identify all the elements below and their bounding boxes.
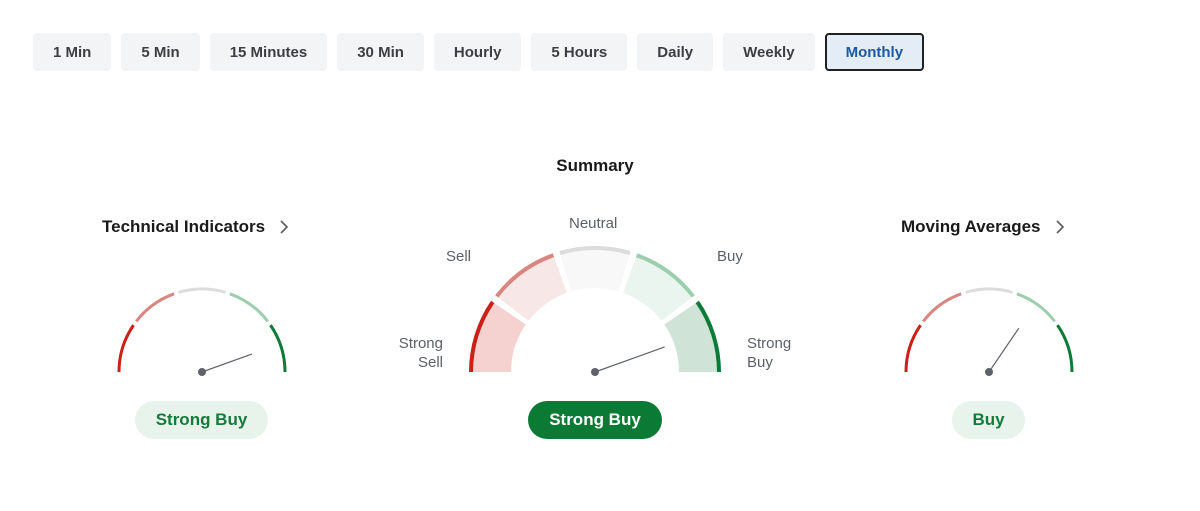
tab-hourly[interactable]: Hourly: [433, 33, 522, 71]
moving-averages-gauge-needle-pivot: [985, 368, 993, 376]
summary-result-badge: Strong Buy: [528, 401, 662, 439]
gauge-label-strong-sell: Strong Sell: [396, 334, 443, 372]
moving-averages-gauge-segment-sell: [922, 292, 962, 323]
moving-averages-link[interactable]: Moving Averages: [901, 217, 1069, 237]
moving-averages-gauge-segment-neutral: [965, 287, 1013, 294]
technical-indicators-gauge: [117, 287, 287, 376]
gauge-label-sell: Sell: [446, 248, 472, 265]
technical-indicators-gauge-segment-strong-buy: [269, 324, 287, 373]
moving-averages-gauge-segment-strong-sell: [904, 324, 922, 373]
technical-indicators-result-badge: Strong Buy: [135, 401, 268, 439]
moving-averages-gauge-needle: [988, 327, 1020, 373]
moving-averages-result-badge: Buy: [952, 401, 1025, 439]
gauge-label-strong-sell-line1: Strong: [398, 335, 443, 352]
technical-indicators-link[interactable]: Technical Indicators: [102, 217, 293, 237]
tab-5-min[interactable]: 5 Min: [121, 33, 200, 71]
summary-gauge-needle-pivot: [591, 368, 599, 376]
tab-monthly[interactable]: Monthly: [824, 33, 925, 71]
moving-averages-gauge-segment-buy: [1016, 292, 1056, 323]
summary-gauge-segment-fill-neutral: [559, 248, 631, 292]
technical-indicators-gauge-needle-pivot: [198, 368, 206, 376]
summary-gauge: [469, 246, 721, 376]
gauge-label-strong-sell-line2: Sell: [417, 354, 443, 371]
tab-1-min[interactable]: 1 Min: [33, 33, 112, 71]
summary-gauge-segment-fill-strong-sell: [471, 301, 526, 372]
technical-indicators-gauge-segment-sell: [135, 292, 175, 323]
tab-weekly[interactable]: Weekly: [723, 33, 815, 71]
tab-15-minutes[interactable]: 15 Minutes: [209, 33, 328, 71]
technical-indicators-gauge-needle: [201, 353, 253, 373]
gauge-label-strong-buy-line1: Strong: [747, 335, 792, 352]
gauge-label-strong-buy-line2: Buy: [747, 354, 773, 371]
chevron-right-icon: [280, 220, 289, 234]
technical-indicators-gauge-segment-neutral: [178, 287, 226, 294]
summary-gauge-segment-fill-strong-buy: [664, 301, 719, 372]
gauge-label-neutral: Neutral: [569, 215, 618, 232]
moving-averages-gauge-segment-strong-buy: [1056, 324, 1074, 373]
tab-daily[interactable]: Daily: [637, 33, 714, 71]
technical-indicators-gauge-segment-strong-sell: [117, 324, 135, 373]
summary-title: Summary: [556, 156, 634, 175]
chevron-right-icon: [1056, 220, 1064, 234]
tab-30-min[interactable]: 30 Min: [337, 33, 424, 71]
tab-5-hours[interactable]: 5 Hours: [531, 33, 628, 71]
summary-gauge-needle: [594, 346, 665, 373]
moving-averages-title: Moving Averages: [901, 217, 1041, 236]
moving-averages-gauge: [904, 287, 1074, 376]
timeframe-tabs: 1 Min 5 Min 15 Minutes 30 Min Hourly 5 H…: [33, 33, 925, 71]
technical-indicators-gauge-segment-buy: [229, 292, 269, 323]
gauge-label-buy: Buy: [717, 248, 743, 265]
technical-indicators-title: Technical Indicators: [102, 217, 266, 236]
gauge-label-strong-buy: Strong Buy: [747, 334, 791, 372]
